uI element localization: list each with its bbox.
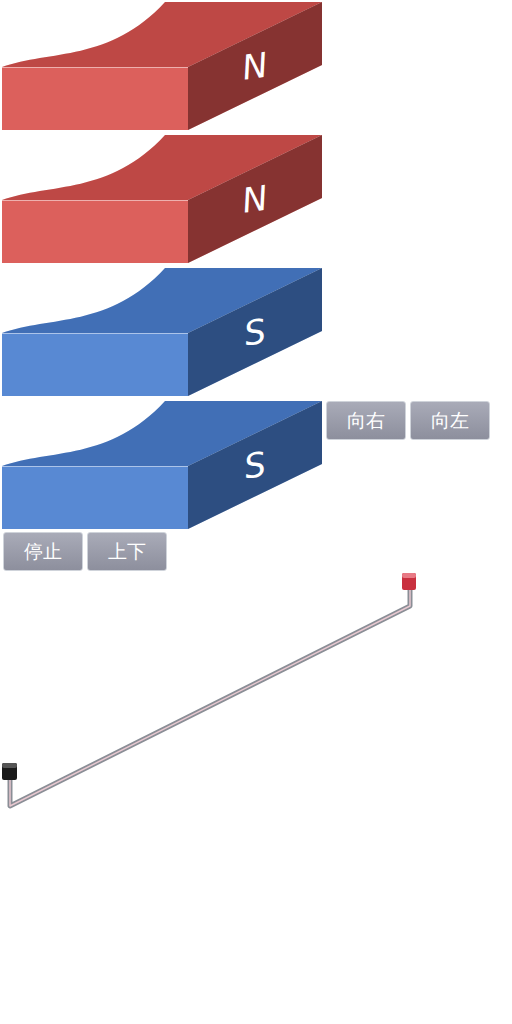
positive-terminal-icon <box>402 573 416 590</box>
direction-button[interactable]: 向右 <box>326 401 406 440</box>
svg-text:S: S <box>242 444 269 487</box>
svg-text:N: N <box>240 177 271 220</box>
motion-button[interactable]: 停止 <box>3 532 83 571</box>
magnet: N <box>0 133 322 263</box>
magnet: S <box>0 266 322 396</box>
direction-controls: 向右向左 <box>326 401 490 440</box>
direction-button[interactable]: 向左 <box>410 401 490 440</box>
magnet: S <box>0 399 322 529</box>
motion-button[interactable]: 上下 <box>87 532 167 571</box>
negative-terminal-icon <box>2 763 17 780</box>
magnet: N <box>0 0 322 130</box>
magnet-stack: N N S S 向右向左 <box>0 0 512 529</box>
motion-controls: 停止上下 <box>0 532 512 571</box>
svg-text:S: S <box>242 311 269 354</box>
conductor-rod <box>0 573 512 823</box>
simulation-page: N N S S 向右向左停止上下 <box>0 0 512 1024</box>
svg-text:N: N <box>240 44 271 87</box>
magnet-row: S 向右向左 <box>0 399 512 529</box>
